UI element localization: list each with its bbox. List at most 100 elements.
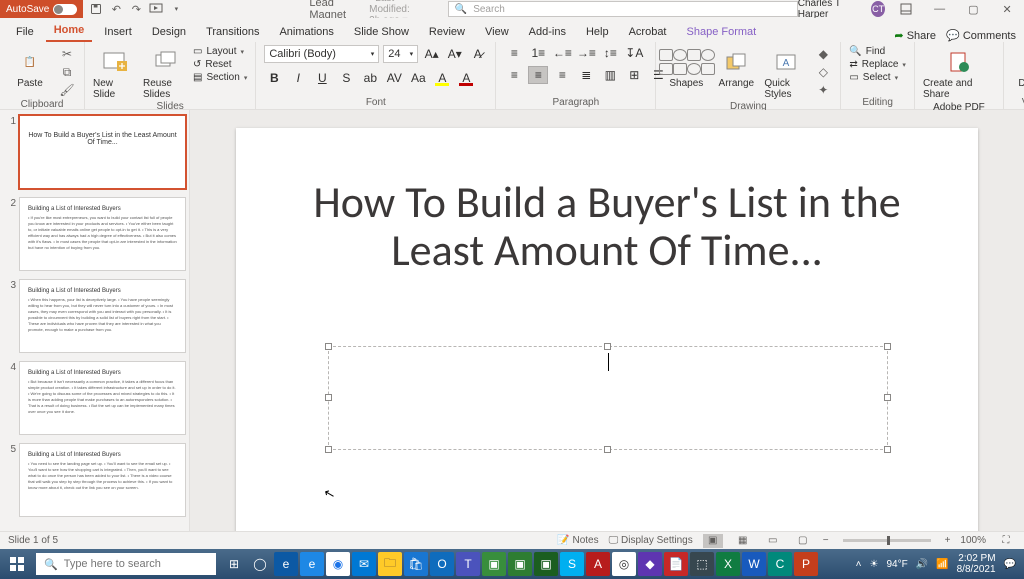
app5-icon[interactable]: ◆: [638, 552, 662, 576]
dictate-button[interactable]: Dictate: [1012, 44, 1024, 89]
justify-icon[interactable]: ≣: [576, 66, 596, 84]
tab-transitions[interactable]: Transitions: [198, 22, 267, 42]
thumbnail-row[interactable]: 2Building a List of Interested Buyers• I…: [4, 198, 185, 270]
cortana-icon[interactable]: ◯: [248, 552, 272, 576]
paste-button[interactable]: 📋 Paste: [8, 44, 52, 89]
slideshow-view-icon[interactable]: ▢: [793, 534, 813, 548]
reset-button[interactable]: ↺ Reset: [193, 59, 247, 70]
align-right-icon[interactable]: ≡: [552, 66, 572, 84]
display-settings-button[interactable]: 🖵 Display Settings: [609, 535, 693, 546]
thumbnail-row[interactable]: 3Building a List of Interested Buyers• W…: [4, 280, 185, 352]
thumbnail-row[interactable]: 4Building a List of Interested Buyers• B…: [4, 362, 185, 434]
tab-view[interactable]: View: [477, 22, 517, 42]
cut-icon[interactable]: ✂: [58, 46, 76, 62]
adobe-icon[interactable]: A: [586, 552, 610, 576]
tab-animations[interactable]: Animations: [271, 22, 341, 42]
shape-outline-icon[interactable]: ◇: [814, 64, 832, 80]
shadow-button[interactable]: ab: [360, 68, 380, 88]
thumbnail-row[interactable]: 1How To Build a Buyer's List in the Leas…: [4, 116, 185, 188]
signed-in-user[interactable]: Charles T Harper: [798, 0, 864, 20]
numbering-icon[interactable]: 1≡: [528, 44, 548, 62]
save-icon[interactable]: [89, 2, 103, 16]
avatar[interactable]: CT: [871, 1, 885, 17]
resize-handle[interactable]: [325, 343, 332, 350]
slide-canvas[interactable]: How To Build a Buyer's List in the Least…: [190, 110, 1024, 531]
shapes-button[interactable]: Shapes: [664, 44, 708, 89]
select-button[interactable]: ▭ Select ▾: [849, 72, 906, 83]
qat-dropdown-icon[interactable]: ▾: [169, 2, 183, 16]
copy-icon[interactable]: ⧉: [58, 64, 76, 80]
reading-view-icon[interactable]: ▭: [763, 534, 783, 548]
section-button[interactable]: ▤ Section ▾: [193, 72, 247, 83]
strike-button[interactable]: S: [336, 68, 356, 88]
align-left-icon[interactable]: ≡: [504, 66, 524, 84]
powerpoint-icon[interactable]: P: [794, 552, 818, 576]
weather-icon[interactable]: ☀: [870, 559, 879, 570]
bullets-icon[interactable]: ≡: [504, 44, 524, 62]
highlight-color-button[interactable]: A: [432, 68, 452, 88]
resize-handle[interactable]: [325, 394, 332, 401]
autosave-switch[interactable]: [53, 4, 77, 15]
reuse-slides-button[interactable]: Reuse Slides: [143, 44, 187, 100]
slide-counter[interactable]: Slide 1 of 5: [8, 535, 58, 546]
app3-icon[interactable]: ▣: [534, 552, 558, 576]
tab-help[interactable]: Help: [578, 22, 617, 42]
pdf-icon[interactable]: 📄: [664, 552, 688, 576]
indent-decrease-icon[interactable]: ←≡: [552, 44, 572, 62]
change-case-button[interactable]: Aa: [408, 68, 428, 88]
temperature[interactable]: 94°F: [886, 559, 907, 570]
shape-effects-icon[interactable]: ✦: [814, 82, 832, 98]
normal-view-icon[interactable]: ▣: [703, 534, 723, 548]
thumbnail-slide[interactable]: Building a List of Interested Buyers• Bu…: [20, 362, 185, 434]
resize-handle[interactable]: [604, 446, 611, 453]
resize-handle[interactable]: [884, 343, 891, 350]
zoom-out-button[interactable]: −: [823, 535, 829, 546]
font-name-combo[interactable]: Calibri (Body)▾: [264, 45, 379, 63]
ribbon-options-icon[interactable]: [893, 0, 919, 18]
zoom-slider[interactable]: [843, 539, 931, 542]
outlook-icon[interactable]: O: [430, 552, 454, 576]
resize-handle[interactable]: [884, 446, 891, 453]
chrome-icon[interactable]: ◉: [326, 552, 350, 576]
create-pdf-button[interactable]: Create and Share Adobe PDF: [923, 44, 995, 113]
tray-up-icon[interactable]: ˄: [856, 559, 862, 570]
thumbnail-slide[interactable]: Building a List of Interested Buyers• Yo…: [20, 444, 185, 516]
clear-format-icon[interactable]: A̷: [468, 44, 487, 64]
present-from-beginning-icon[interactable]: [149, 2, 163, 16]
comments-button[interactable]: 💬 Comments: [946, 29, 1016, 42]
tab-file[interactable]: File: [8, 22, 42, 42]
italic-button[interactable]: I: [288, 68, 308, 88]
char-spacing-button[interactable]: AV: [384, 68, 404, 88]
thumbnail-slide[interactable]: Building a List of Interested Buyers• Wh…: [20, 280, 185, 352]
notifications-icon[interactable]: 💬: [1004, 559, 1016, 570]
word-icon[interactable]: W: [742, 552, 766, 576]
fit-to-window-icon[interactable]: ⛶: [996, 534, 1016, 548]
edge-icon[interactable]: e: [274, 552, 298, 576]
slide[interactable]: How To Build a Buyer's List in the Least…: [236, 128, 978, 531]
minimize-icon[interactable]: —: [927, 0, 953, 18]
tab-home[interactable]: Home: [46, 20, 93, 42]
task-view-icon[interactable]: ⊞: [222, 552, 246, 576]
tab-design[interactable]: Design: [144, 22, 194, 42]
text-direction-icon[interactable]: ↧A: [624, 44, 644, 62]
teams-icon[interactable]: T: [456, 552, 480, 576]
wifi-icon[interactable]: 📶: [936, 559, 948, 570]
thumbnail-row[interactable]: 5Building a List of Interested Buyers• Y…: [4, 444, 185, 516]
slide-title-text[interactable]: How To Build a Buyer's List in the Least…: [296, 178, 918, 275]
autosave-toggle[interactable]: AutoSave: [0, 0, 83, 18]
app1-icon[interactable]: ▣: [482, 552, 506, 576]
taskbar-search[interactable]: 🔍Type here to search: [36, 553, 216, 575]
redo-icon[interactable]: ↷: [129, 2, 143, 16]
find-button[interactable]: 🔍 Find: [849, 46, 906, 57]
explorer-icon[interactable]: 🗀: [378, 552, 402, 576]
tab-acrobat[interactable]: Acrobat: [621, 22, 675, 42]
undo-icon[interactable]: ↶: [109, 2, 123, 16]
line-spacing-icon[interactable]: ↕≡: [600, 44, 620, 62]
app6-icon[interactable]: ⬚: [690, 552, 714, 576]
underline-button[interactable]: U: [312, 68, 332, 88]
thumbnail-panel[interactable]: 1How To Build a Buyer's List in the Leas…: [0, 110, 190, 531]
increase-font-icon[interactable]: A▴: [422, 44, 441, 64]
tab-slide-show[interactable]: Slide Show: [346, 22, 417, 42]
system-tray[interactable]: ˄ ☀ 94°F 🔊 📶 2:02 PM 8/8/2021 💬: [856, 553, 1024, 575]
bold-button[interactable]: B: [264, 68, 284, 88]
